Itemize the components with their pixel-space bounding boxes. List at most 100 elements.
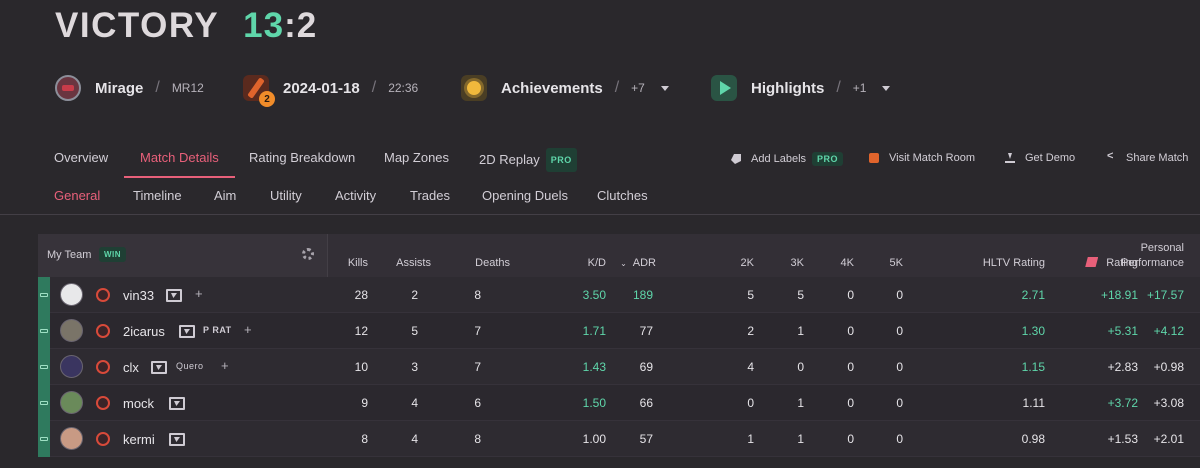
faceit-profile-icon[interactable] [169, 397, 185, 410]
add-labels-button[interactable]: Add Labels PRO [731, 152, 844, 166]
faceit-profile-icon[interactable] [166, 289, 182, 302]
row-expand-handle[interactable] [38, 313, 50, 349]
map-name: Mirage [95, 79, 144, 97]
deaths-value: 8 [474, 288, 481, 302]
col-3k[interactable]: 3K [791, 257, 804, 269]
separator: / [836, 79, 841, 96]
row-expand-handle[interactable] [38, 349, 50, 385]
tab-utility[interactable]: Utility [270, 188, 302, 203]
k5-value: 0 [896, 360, 903, 374]
hltv-value: 1.30 [1021, 324, 1045, 338]
k3-value: 1 [797, 396, 804, 410]
tab-general[interactable]: General [54, 188, 100, 203]
player-name[interactable]: clx [123, 360, 139, 375]
faceit-profile-icon[interactable] [179, 325, 195, 338]
player-name[interactable]: vin33 [123, 288, 154, 303]
row-expand-handle[interactable] [38, 277, 50, 313]
hltv-value: 2.71 [1021, 288, 1045, 302]
match-result-header: VICTORY 13:2 [55, 6, 317, 50]
col-kills[interactable]: Kills [348, 257, 368, 269]
tab-2d-replay[interactable]: 2D Replay PRO [479, 148, 577, 178]
k4-value: 0 [847, 324, 854, 338]
assists-value: 4 [411, 432, 418, 446]
avatar [60, 391, 83, 414]
section-divider [0, 214, 1200, 215]
tab-aim[interactable]: Aim [214, 188, 236, 203]
opponent-score: :2 [284, 6, 318, 45]
tab-map-zones[interactable]: Map Zones [384, 148, 449, 178]
player-name[interactable]: 2icarus [123, 324, 165, 339]
kd-value: 1.50 [582, 396, 606, 410]
tab-match-details[interactable]: Match Details [124, 148, 235, 178]
table-row[interactable]: clx Quero + 10 3 7 1.43 69 4 0 0 0 1.15 … [38, 349, 1200, 385]
faceit-level-icon [96, 288, 110, 302]
player-name[interactable]: mock [123, 396, 154, 411]
col-pp-line1: Personal [1140, 242, 1184, 254]
k5-value: 0 [896, 288, 903, 302]
add-icon[interactable]: + [195, 286, 203, 301]
faceit-level-icon [96, 396, 110, 410]
kills-value: 9 [361, 396, 368, 410]
k4-value: 0 [847, 432, 854, 446]
match-format: MR12 [171, 81, 204, 95]
col-2k[interactable]: 2K [741, 257, 754, 269]
cs2-icon: 2 [243, 75, 275, 107]
pro-badge: PRO [545, 148, 577, 172]
get-demo-label: Get Demo [1025, 152, 1076, 164]
tab-rating-breakdown[interactable]: Rating Breakdown [249, 148, 355, 178]
col-personal-performance[interactable]: Personal Performance [1121, 241, 1184, 271]
avatar [60, 319, 83, 342]
chevron-down-icon [882, 85, 891, 91]
tab-timeline[interactable]: Timeline [133, 188, 182, 203]
table-row[interactable]: vin33 + 28 2 8 3.50 189 5 5 0 0 2.71 +18… [38, 277, 1200, 313]
tab-opening-duels[interactable]: Opening Duels [482, 188, 568, 203]
separator: / [371, 79, 377, 96]
faceit-profile-icon[interactable] [151, 361, 167, 374]
tab-activity[interactable]: Activity [335, 188, 376, 203]
col-hltv-rating[interactable]: HLTV Rating [983, 257, 1045, 269]
col-5k[interactable]: 5K [890, 257, 903, 269]
adr-value: 57 [639, 432, 653, 446]
table-row[interactable]: mock 9 4 6 1.50 66 0 1 0 0 1.11 +3.72 +3… [38, 385, 1200, 421]
col-assists[interactable]: Assists [396, 257, 431, 269]
secondary-tabs: General Timeline Aim Utility Activity Tr… [0, 188, 1200, 208]
col-deaths[interactable]: Deaths [475, 257, 510, 269]
tab-overview[interactable]: Overview [54, 148, 108, 178]
faceit-profile-icon[interactable] [169, 433, 185, 446]
player-name[interactable]: kermi [123, 432, 155, 447]
add-icon[interactable]: + [244, 322, 252, 337]
col-adr[interactable]: ⌄ ADR [620, 257, 656, 269]
kills-value: 28 [354, 288, 368, 302]
achievements-dropdown[interactable]: Achievements / +7 [461, 72, 669, 104]
rating-value: +18.91 [1100, 288, 1138, 302]
kd-value: 1.71 [582, 324, 606, 338]
table-row[interactable]: kermi 8 4 8 1.00 57 1 1 0 0 0.98 +1.53 +… [38, 421, 1200, 457]
date-info: 2 2024-01-18 / 22:36 [243, 72, 418, 107]
get-demo-button[interactable]: Get Demo [1005, 152, 1075, 164]
tab-clutches[interactable]: Clutches [597, 188, 648, 203]
team-tag: Quero [176, 361, 204, 371]
share-match-button[interactable]: Share Match [1106, 150, 1189, 164]
chevron-down-icon [660, 85, 669, 91]
add-icon[interactable]: + [221, 358, 229, 373]
avatar [60, 427, 83, 450]
highlights-dropdown[interactable]: Highlights / +1 [711, 72, 891, 104]
row-expand-handle[interactable] [38, 421, 50, 457]
pp-value: +17.57 [1146, 288, 1184, 302]
pp-value: +4.12 [1153, 324, 1184, 338]
sort-down-icon: ⌄ [620, 259, 627, 268]
k3-value: 1 [797, 432, 804, 446]
gear-icon[interactable] [302, 248, 314, 260]
match-info-bar: Mirage / MR12 2 2024-01-18 / 22:36 Achie… [0, 72, 1200, 107]
tab-trades[interactable]: Trades [410, 188, 450, 203]
table-row[interactable]: 2icarus P RAT + 12 5 7 1.71 77 2 1 0 0 1… [38, 313, 1200, 349]
row-expand-handle[interactable] [38, 385, 50, 421]
col-kd[interactable]: K/D [588, 257, 606, 269]
tab-2d-replay-label: 2D Replay [479, 152, 540, 167]
col-4k[interactable]: 4K [841, 257, 854, 269]
k5-value: 0 [896, 324, 903, 338]
hltv-value: 1.11 [1022, 396, 1045, 410]
visit-match-room-button[interactable]: Visit Match Room [869, 152, 975, 164]
share-match-label: Share Match [1126, 152, 1189, 164]
kd-value: 3.50 [582, 288, 606, 302]
